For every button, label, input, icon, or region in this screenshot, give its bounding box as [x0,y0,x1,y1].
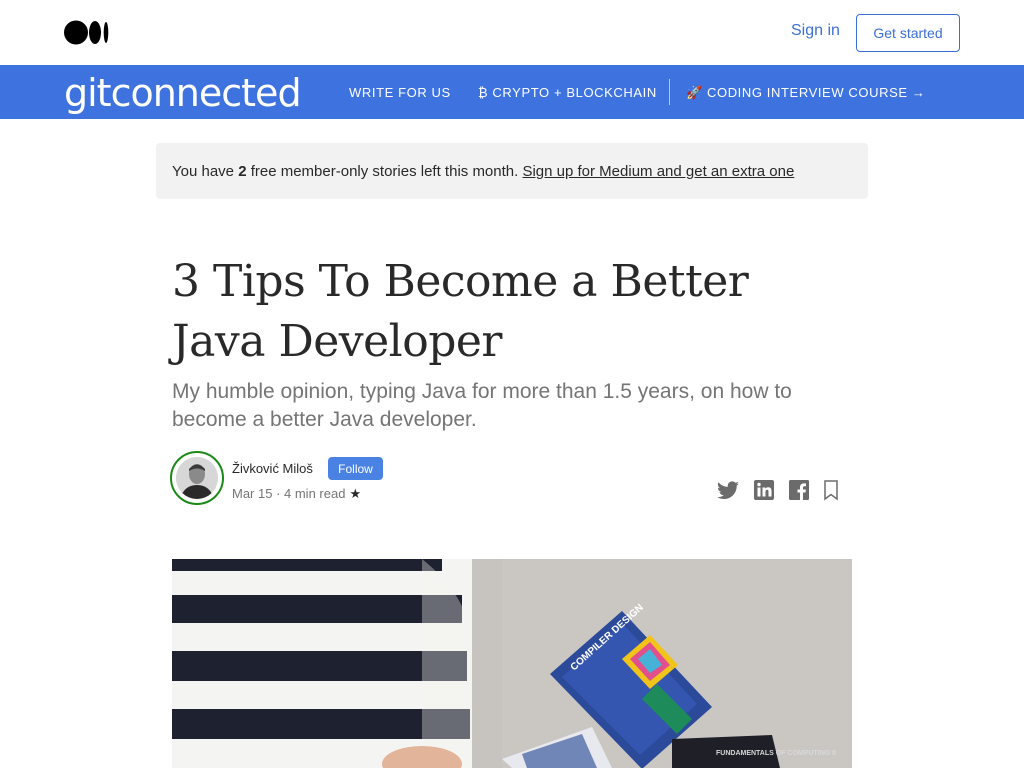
nav-write-for-us[interactable]: WRITE FOR US [349,85,451,100]
sign-in-link[interactable]: Sign in [791,22,840,40]
member-star-icon: ★ [349,486,362,501]
follow-button[interactable]: Follow [328,457,383,480]
publication-bar: gitconnected WRITE FOR US ₿ CRYPTO + BLO… [0,65,1024,119]
top-bar: Sign in Get started [0,0,1024,65]
banner-text: You have 2 free member-only stories left… [172,163,795,180]
date-read-time: Mar 15 · 4 min read [232,486,346,501]
author-name[interactable]: Živković Miloš [232,461,313,476]
nav-crypto-blockchain[interactable]: ₿ CRYPTO + BLOCKCHAIN [478,85,657,100]
member-stories-banner: You have 2 free member-only stories left… [156,143,868,199]
twitter-icon[interactable] [716,478,740,502]
nav-divider [669,79,670,105]
facebook-icon[interactable] [787,478,811,502]
linkedin-icon[interactable] [752,478,776,502]
get-started-button[interactable]: Get started [856,14,960,52]
author-avatar[interactable] [170,451,224,505]
bookmark-icon[interactable] [821,478,841,502]
article-meta: Mar 15 · 4 min read ★ [232,486,361,502]
nav-coding-interview-course[interactable]: 🚀 CODING INTERVIEW COURSE → [686,85,925,101]
striped-sweater [172,559,472,768]
avatar-photo [176,457,218,499]
article-title: 3 Tips To Become a Better Java Developer [172,256,749,367]
free-stories-count: 2 [238,163,247,180]
medium-logo-icon[interactable] [64,20,110,45]
sign-up-link[interactable]: Sign up for Medium and get an extra one [522,163,794,180]
article-subtitle: My humble opinion, typing Java for more … [172,380,792,431]
publication-logo[interactable]: gitconnected [64,71,302,115]
book2-title: FUNDAMENTALS OF COMPUTING II [716,750,836,757]
hero-image: COMPILER DESIGN FUNDAMENTALS OF COMPUTIN… [172,559,852,768]
